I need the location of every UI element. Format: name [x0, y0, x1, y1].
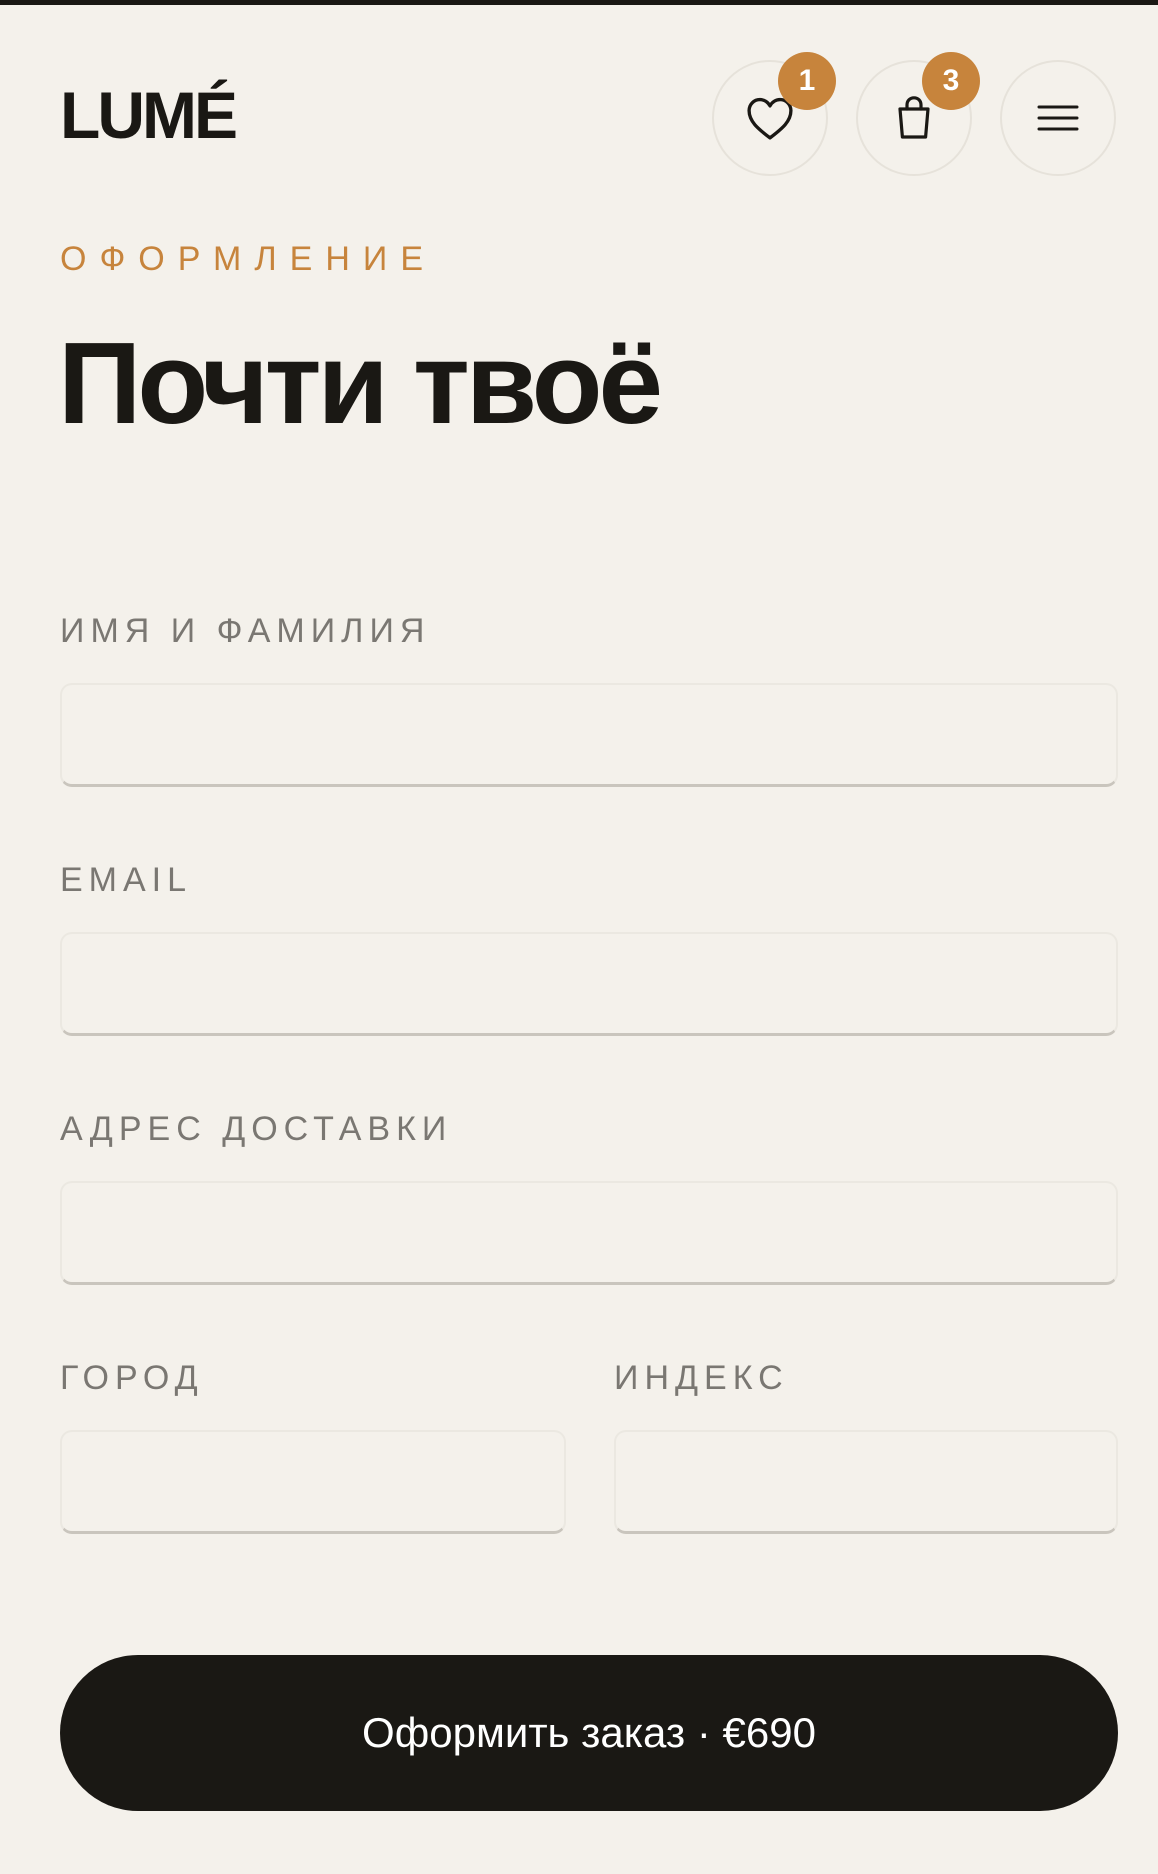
hamburger-menu-icon — [1037, 105, 1079, 131]
full-name-input[interactable] — [60, 683, 1118, 787]
postal-code-input[interactable] — [614, 1430, 1118, 1534]
delivery-address-label: АДРЕС ДОСТАВКИ — [60, 1110, 453, 1148]
cart-count-badge: 3 — [922, 52, 980, 110]
full-name-label: ИМЯ И ФАМИЛИЯ — [60, 612, 431, 650]
email-label: EMAIL — [60, 861, 193, 899]
city-label: ГОРОД — [60, 1359, 204, 1397]
wishlist-button[interactable]: 1 — [712, 52, 836, 176]
postal-code-label: ИНДЕКС — [614, 1359, 789, 1397]
menu-button[interactable] — [1000, 60, 1116, 176]
brand-logo[interactable]: LUMÉ — [60, 80, 238, 150]
email-input[interactable] — [60, 932, 1118, 1036]
place-order-button[interactable]: Оформить заказ · €690 — [60, 1655, 1118, 1811]
top-border — [0, 0, 1158, 5]
checkout-eyebrow: ОФОРМЛЕНИЕ — [60, 240, 437, 278]
cart-button[interactable]: 3 — [856, 52, 980, 176]
wishlist-count-badge: 1 — [778, 52, 836, 110]
city-input[interactable] — [60, 1430, 566, 1534]
delivery-address-input[interactable] — [60, 1181, 1118, 1285]
page-title: Почти твоё — [58, 318, 663, 448]
bag-icon — [898, 96, 930, 139]
